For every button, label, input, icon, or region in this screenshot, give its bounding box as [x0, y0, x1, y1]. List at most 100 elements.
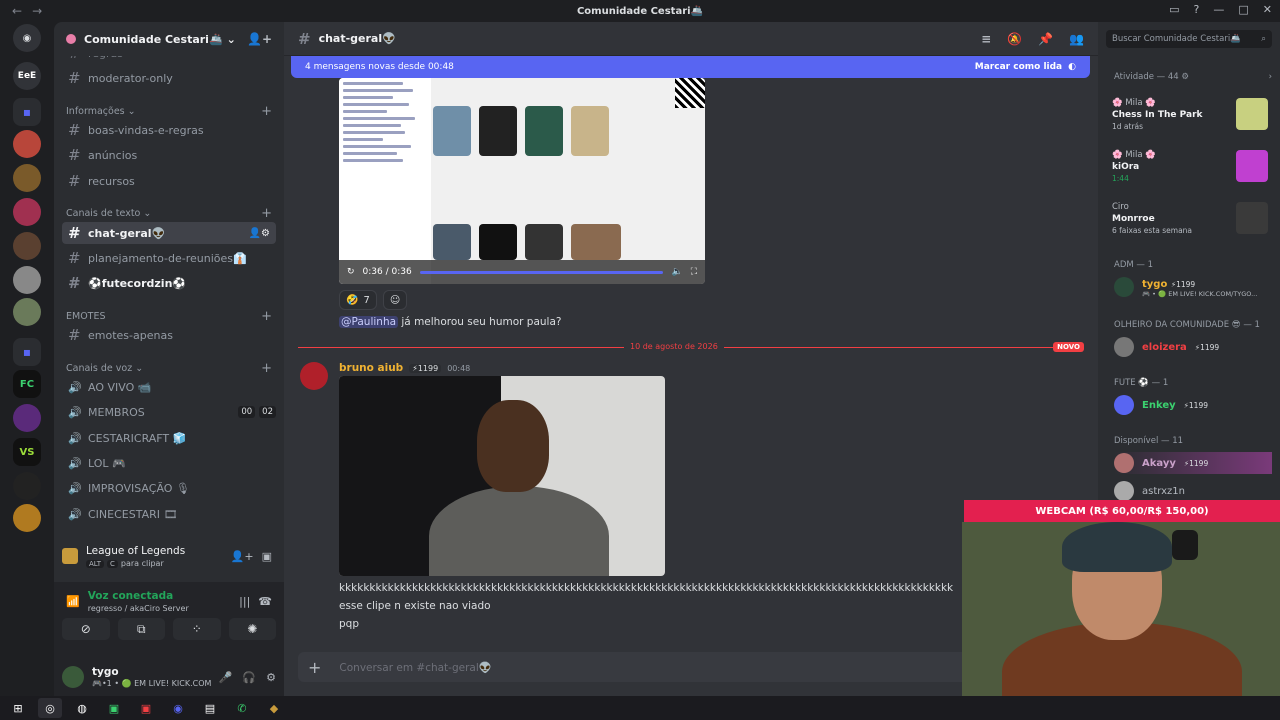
avatar[interactable] — [300, 362, 328, 390]
noise-suppression-icon[interactable]: ||| — [239, 595, 250, 608]
stream-icon[interactable]: ▣ — [262, 550, 272, 563]
channel-regras[interactable]: # regras — [62, 56, 276, 64]
channel-emotes-apenas[interactable]: # emotes-apenas — [62, 324, 276, 346]
video-progress-bar[interactable] — [419, 270, 664, 274]
avatar[interactable] — [62, 666, 84, 688]
server-eee[interactable]: EeE — [13, 62, 41, 90]
channel-boas-vindas[interactable]: # boas-vindas-e-regras — [62, 119, 276, 141]
pin-icon[interactable]: 📌 — [1038, 32, 1053, 46]
activities-button[interactable]: ⁘ — [173, 618, 221, 640]
channel-moderator-only[interactable]: # moderator-only — [62, 67, 276, 89]
headphones-icon[interactable]: 🎧 — [242, 671, 256, 684]
replay-icon[interactable]: ↻ — [347, 267, 355, 277]
category-canais-de-voz[interactable]: Canais de voz ⌄ + — [66, 361, 272, 376]
server-icon[interactable] — [13, 198, 41, 226]
server-icon[interactable] — [13, 472, 41, 500]
server-icon[interactable] — [13, 298, 41, 326]
voice-channel-improvisacao[interactable]: 🔊 IMPROVISAÇÃO 🎙 — [62, 477, 276, 499]
discord-icon[interactable]: ◉ — [166, 698, 190, 718]
server-folder-icon[interactable]: ▪ — [13, 98, 41, 126]
member-list-icon[interactable]: 👥 — [1069, 32, 1084, 46]
activity-card[interactable]: 🌸 Mila 🌸 Chess In The Park 1d atrás — [1112, 98, 1272, 138]
new-messages-bar[interactable]: 4 mensagens novas desde 00:48 Marcar com… — [291, 56, 1090, 78]
threads-icon[interactable]: ≡ — [981, 32, 991, 46]
fullscreen-icon[interactable]: ⛶ — [691, 267, 697, 277]
league-of-legends-icon[interactable]: ◆ — [262, 698, 286, 718]
channel-futecordzin[interactable]: # ⚽futecordzin⚽ — [62, 272, 276, 294]
reaction-laugh[interactable]: 🤣 7 — [339, 290, 377, 310]
discord-home-icon[interactable]: ◉ — [13, 24, 41, 52]
add-reaction-button[interactable]: ☺ — [382, 290, 408, 310]
camera-off-button[interactable]: ⊘ — [62, 618, 110, 640]
composer-placeholder[interactable]: Conversar em #chat-geral👽 — [339, 661, 491, 674]
server-icon[interactable] — [13, 404, 41, 432]
help-icon[interactable]: ? — [1194, 3, 1200, 16]
video-attachment[interactable] — [339, 376, 665, 576]
server-icon[interactable] — [13, 266, 41, 294]
forward-arrow-icon[interactable]: → — [32, 4, 42, 18]
activity-header[interactable]: Atividade — 44 ⚙ › — [1114, 72, 1272, 82]
category-canais-de-texto[interactable]: Canais de texto ⌄ + — [66, 206, 272, 221]
server-icon[interactable] — [13, 164, 41, 192]
category-emotes[interactable]: EMOTES + — [66, 309, 272, 324]
search-input[interactable]: Buscar Comunidade Cestari🚢 ⌕ — [1106, 30, 1272, 48]
add-channel-icon[interactable]: + — [261, 104, 272, 119]
member-item[interactable]: Akayy ⚡1199 — [1114, 452, 1272, 474]
maximize-button[interactable]: □ — [1238, 3, 1248, 16]
file-explorer-icon[interactable]: ▤ — [198, 698, 222, 718]
server-icon[interactable] — [13, 232, 41, 260]
notification-bell-icon[interactable]: 🔕 — [1007, 32, 1022, 46]
activity-invite-icon[interactable]: 👤+ — [231, 550, 254, 563]
signal-icon[interactable]: 📶 — [66, 595, 80, 608]
attach-plus-icon[interactable]: + — [308, 658, 321, 677]
video-embed[interactable]: ↻ 0:36 / 0:36 🔈 ⛶ — [339, 78, 705, 284]
voice-channel-cinecestari[interactable]: 🔊 CINECESTARI 🎞 — [62, 503, 276, 525]
voice-channel-cestaricraft[interactable]: 🔊 CESTARICRAFT 🧊 — [62, 427, 276, 449]
volume-icon[interactable]: 🔈 — [671, 267, 682, 277]
chrome-icon[interactable]: ◎ — [38, 698, 62, 718]
server-fc[interactable]: FC — [13, 370, 41, 398]
user-mention[interactable]: @Paulinha — [339, 316, 399, 328]
channel-recursos[interactable]: # recursos — [62, 170, 276, 192]
back-arrow-icon[interactable]: ← — [12, 4, 22, 18]
activity-card[interactable]: 🌸 Mila 🌸 kiOra 1:44 — [1112, 150, 1272, 190]
inbox-icon[interactable]: ▭ — [1169, 3, 1179, 16]
windows-start-icon[interactable]: ⊞ — [6, 698, 30, 718]
soundboard-button[interactable]: ✺ — [228, 618, 276, 640]
category-informacoes[interactable]: Informações ⌄ + — [66, 104, 272, 119]
activity-card[interactable]: Ciro Monrroe 6 faixas esta semana — [1112, 202, 1272, 242]
channel-planejamento[interactable]: # planejamento-de-reuniões👔 — [62, 247, 276, 269]
voice-channel-lol[interactable]: 🔊 LOL 🎮 — [62, 452, 276, 474]
invite-people-icon[interactable]: 👤+ — [247, 32, 272, 46]
add-channel-icon[interactable]: + — [261, 361, 272, 376]
whatsapp-icon[interactable]: ✆ — [230, 698, 254, 718]
voice-location[interactable]: regresso / akaCiro Server — [88, 604, 189, 613]
screen-share-button[interactable]: ⧉ — [117, 618, 165, 640]
channel-chat-geral[interactable]: # chat-geral👽 👤⚙ — [62, 222, 276, 244]
member-item[interactable]: tygo ⚡1199 🎮 • 🟢 EM LIVE! KICK.COM/TYGO.… — [1114, 276, 1272, 298]
microphone-icon[interactable]: 🎤 — [219, 671, 233, 684]
add-channel-icon[interactable]: + — [261, 206, 272, 221]
member-item[interactable]: Enkey ⚡1199 — [1114, 394, 1272, 416]
server-vs[interactable]: VS — [13, 438, 41, 466]
server-folder-icon[interactable]: ▪ — [13, 338, 41, 366]
mark-as-read-button[interactable]: Marcar como lida — [975, 62, 1062, 72]
add-channel-icon[interactable]: + — [261, 309, 272, 324]
member-item[interactable]: eloizera ⚡1199 — [1114, 336, 1272, 358]
message-author[interactable]: bruno aiub — [339, 362, 403, 374]
disconnect-icon[interactable]: ☎ — [258, 595, 272, 608]
voice-channel-ao-vivo[interactable]: 🔊 AO VIVO 📹 — [62, 376, 276, 398]
app-icon[interactable]: ▣ — [134, 698, 158, 718]
voice-channel-membros[interactable]: 🔊 MEMBROS 00 02 — [62, 401, 276, 423]
member-item[interactable]: astrxz1n — [1114, 480, 1272, 502]
settings-gear-icon[interactable]: 👤⚙ — [249, 228, 270, 239]
obs-icon[interactable]: ◍ — [70, 698, 94, 718]
settings-gear-icon[interactable]: ⚙ — [266, 671, 276, 684]
channel-anuncios[interactable]: # anúncios — [62, 144, 276, 166]
minimize-button[interactable]: — — [1213, 3, 1224, 16]
server-icon[interactable] — [13, 504, 41, 532]
app-icon[interactable]: ▣ — [102, 698, 126, 718]
server-header[interactable]: Comunidade Cestari🚢 ⌄ 👤+ — [54, 22, 284, 56]
server-icon[interactable] — [13, 130, 41, 158]
close-button[interactable]: ✕ — [1263, 3, 1272, 16]
